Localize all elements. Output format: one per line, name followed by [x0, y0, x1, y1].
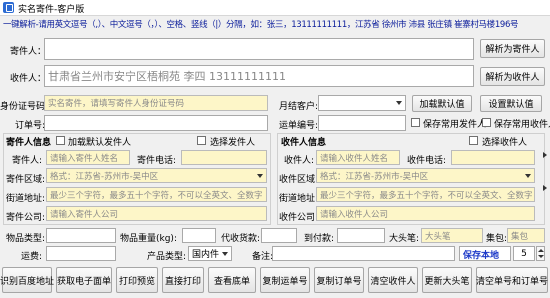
select-sender-label: 选择发件人	[210, 138, 256, 148]
load-default-sender-label: 加载默认发件人	[68, 138, 132, 148]
goods-weight-input[interactable]	[182, 228, 216, 243]
receiver-name-input[interactable]: 请输入收件人姓名	[316, 150, 400, 165]
order-number-input[interactable]	[44, 115, 268, 131]
receiver-phone-input[interactable]	[451, 150, 535, 165]
collect-payment-label: 代收货款:	[221, 234, 261, 244]
copy-waybill-number-button[interactable]: 复制运单号	[260, 267, 310, 293]
receiver-region-select[interactable]: 格式：江苏省-苏州市-吴中区	[316, 168, 535, 183]
save-sender-label: 保存常用发件人	[423, 120, 487, 130]
big-head-input[interactable]: 大头笔	[421, 228, 483, 243]
receiver-region-placeholder: 格式：江苏省-苏州市-吴中区	[320, 171, 429, 182]
goods-type-label: 物品类型:	[6, 234, 46, 244]
product-type-select[interactable]: 国内件	[188, 246, 232, 261]
collect-payment-input[interactable]	[261, 228, 297, 243]
sender-name-label: 寄件人:	[12, 156, 43, 166]
chevron-down-icon	[394, 98, 404, 108]
receiver-region-label: 收件区域:	[279, 175, 319, 185]
arrive-pay-label: 到付款:	[304, 234, 335, 244]
receiver-company-input[interactable]: 请输入收件人公司	[316, 206, 535, 221]
arrow-down-icon[interactable]	[538, 255, 544, 258]
window-title: 实名寄件-客户版	[18, 5, 85, 15]
parse-sender-button[interactable]: 解析为寄件人	[480, 39, 545, 58]
set-default-button[interactable]: 设置默认值	[480, 95, 542, 112]
select-sender-checkbox[interactable]	[197, 136, 206, 145]
goods-weight-label: 物品重量(kg):	[120, 234, 177, 244]
monthly-customer-select[interactable]	[318, 95, 406, 111]
save-receiver-label: 保存常用收件人	[494, 120, 550, 130]
order-number-label: 订单号:	[15, 121, 46, 131]
receiver-company-label: 收件公司:	[279, 213, 319, 223]
big-head-label: 大头笔:	[389, 234, 420, 244]
sender-parse-input[interactable]	[44, 38, 474, 60]
view-bottom-sheet-button[interactable]: 查看底单	[208, 267, 256, 293]
select-receiver-label: 选择收件人	[482, 138, 528, 148]
receiver-info-title: 收件人信息	[281, 138, 327, 148]
sender-company-input[interactable]: 请输入寄件人公司	[46, 206, 267, 221]
sender-region-select[interactable]: 格式：江苏省-苏州市-吴中区	[46, 168, 267, 183]
get-e-waybill-button[interactable]: 获取电子面单	[56, 267, 112, 293]
receiver-name-label: 收件人:	[284, 156, 315, 166]
direct-print-button[interactable]: 直接打印	[162, 267, 204, 293]
receiver-parse-label: 收件人：	[10, 74, 47, 84]
title-bar: 实名寄件-客户版	[0, 0, 550, 16]
save-local-label: 保存本地	[463, 251, 500, 261]
id-number-label: 身份证号码:	[0, 102, 49, 112]
id-number-input[interactable]: 实名寄件，请填写寄件人身份证号码	[44, 95, 268, 111]
save-local-box: 保存本地	[459, 246, 511, 261]
parse-receiver-button[interactable]: 解析为收件人	[480, 67, 545, 86]
sender-region-placeholder: 格式：江苏省-苏州市-吴中区	[50, 171, 159, 182]
clear-receiver-button[interactable]: 清空收件人	[368, 267, 418, 293]
sender-info-title: 寄件人信息	[6, 138, 52, 148]
sender-company-label: 寄件公司:	[6, 213, 46, 223]
sender-name-input[interactable]: 请输入寄件人姓名	[46, 150, 130, 165]
copy-order-number-button[interactable]: 复制订单号	[314, 267, 364, 293]
chevron-right-icon[interactable]	[543, 185, 547, 191]
product-type-label: 产品类型:	[147, 252, 187, 262]
receiver-street-input[interactable]: 最少三个字符，最多五十个字符，不可以全英文、全数字	[316, 187, 535, 202]
remark-label: 备注:	[252, 252, 274, 262]
app-icon	[3, 2, 14, 13]
waybill-number-input[interactable]	[318, 115, 406, 131]
arrow-up-icon[interactable]	[538, 249, 544, 252]
sender-street-label: 街道地址:	[6, 194, 46, 204]
waybill-number-label: 运单编号:	[279, 121, 319, 131]
monthly-customer-label: 月结客户:	[279, 102, 319, 112]
load-default-button[interactable]: 加载默认值	[412, 95, 472, 112]
chevron-down-icon	[220, 249, 230, 259]
parse-tip: 一键解析-请用英文逗号（,）、中文逗号（，）、空格、竖线（|）分隔，如：张三，1…	[3, 20, 519, 30]
freight-input[interactable]	[46, 246, 116, 261]
save-count-spinner[interactable]	[536, 246, 545, 261]
chevron-right-icon[interactable]	[543, 152, 547, 158]
print-preview-button[interactable]: 打印预览	[116, 267, 158, 293]
load-default-sender-checkbox[interactable]	[56, 136, 65, 145]
clear-waybill-and-order-button[interactable]: 清空单号和订单号	[476, 267, 548, 293]
update-big-head-button[interactable]: 更新大头笔	[422, 267, 472, 293]
receiver-parse-input[interactable]: 甘肃省兰州市安宁区梧桐苑 李四 13111111111	[44, 65, 474, 87]
package-label: 集包:	[486, 234, 508, 244]
select-receiver-checkbox[interactable]	[469, 136, 478, 145]
sender-parse-label: 寄件人：	[10, 47, 47, 57]
save-receiver-checkbox[interactable]	[482, 118, 491, 127]
freight-label: 运费:	[21, 252, 43, 262]
receiver-phone-label: 收件电话:	[407, 156, 447, 166]
recognize-baidu-address-button[interactable]: 识别百度地址	[0, 267, 54, 293]
product-type-value: 国内件	[192, 250, 220, 260]
chevron-down-icon	[255, 171, 265, 181]
receiver-street-label: 街道地址:	[279, 194, 319, 204]
sender-phone-input[interactable]	[181, 150, 267, 165]
sender-phone-label: 寄件电话:	[137, 156, 177, 166]
chevron-down-icon	[523, 171, 533, 181]
sender-region-label: 寄件区域:	[6, 175, 46, 185]
goods-type-input[interactable]	[46, 228, 116, 243]
remark-input[interactable]	[272, 246, 455, 261]
sender-street-input[interactable]: 最少三个字符，最多五十个字符，不可以全英文、全数字	[46, 187, 267, 202]
save-count-input[interactable]: 5	[513, 246, 535, 261]
package-input[interactable]: 集包	[507, 228, 545, 243]
save-sender-checkbox[interactable]	[411, 118, 420, 127]
arrive-pay-input[interactable]	[337, 228, 385, 243]
